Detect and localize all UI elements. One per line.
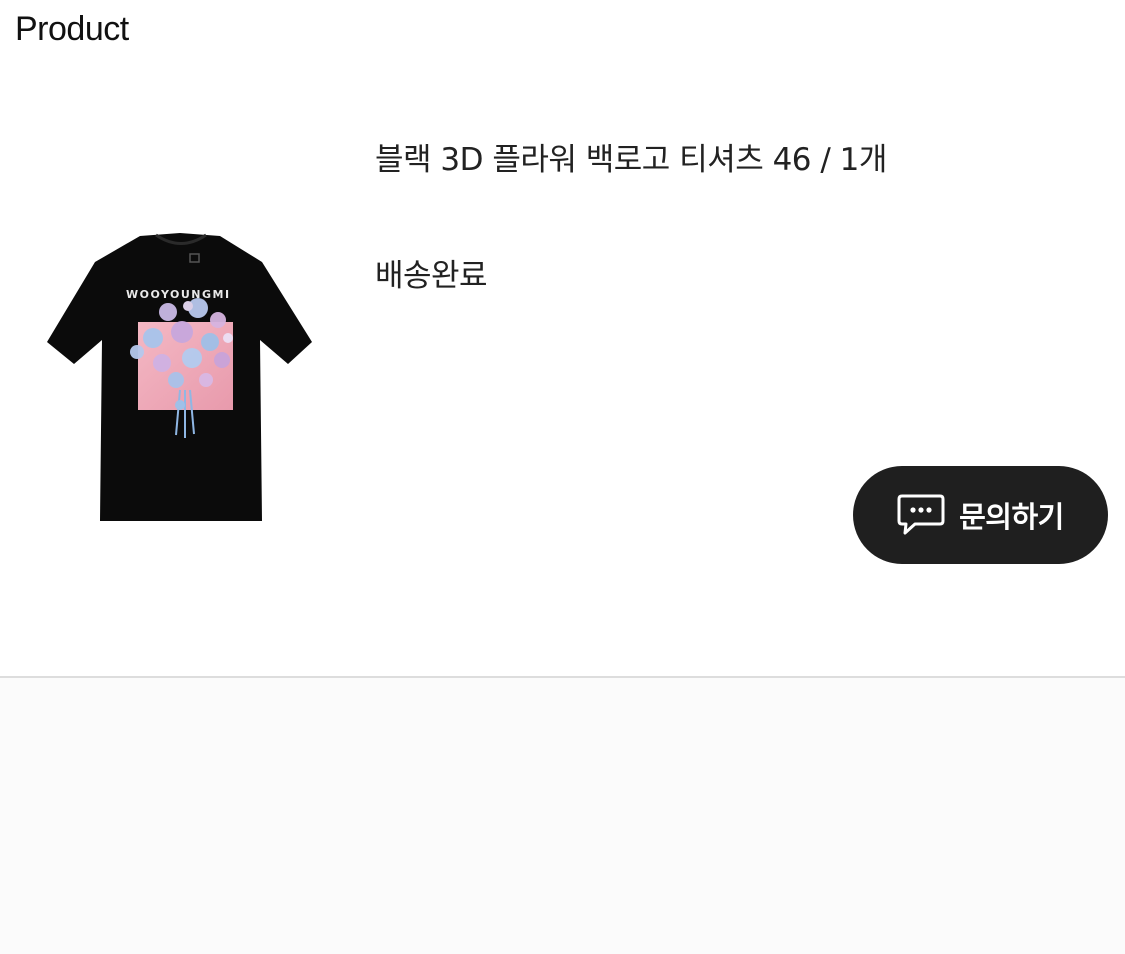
chat-bubble-icon xyxy=(897,493,945,537)
product-image[interactable]: WOOYOUNGMI xyxy=(40,230,322,530)
t-shirt-icon: WOOYOUNGMI xyxy=(47,233,312,521)
product-name: 블랙 3D 플라워 백로고 티셔츠 46 / 1개 xyxy=(375,142,887,178)
empty-area xyxy=(0,678,1125,954)
order-item: WOOYOUNGMI 블랙 3D 플라워 백로고 티셔츠 46 / 1개 배송완… xyxy=(0,80,1125,676)
section-title: Product xyxy=(15,10,129,48)
svg-text:WOOYOUNGMI: WOOYOUNGMI xyxy=(126,288,231,301)
inquiry-button-label: 문의하기 xyxy=(959,502,1064,534)
delivery-status: 배송완료 xyxy=(375,258,488,294)
inquiry-button[interactable]: 문의하기 xyxy=(853,466,1108,564)
